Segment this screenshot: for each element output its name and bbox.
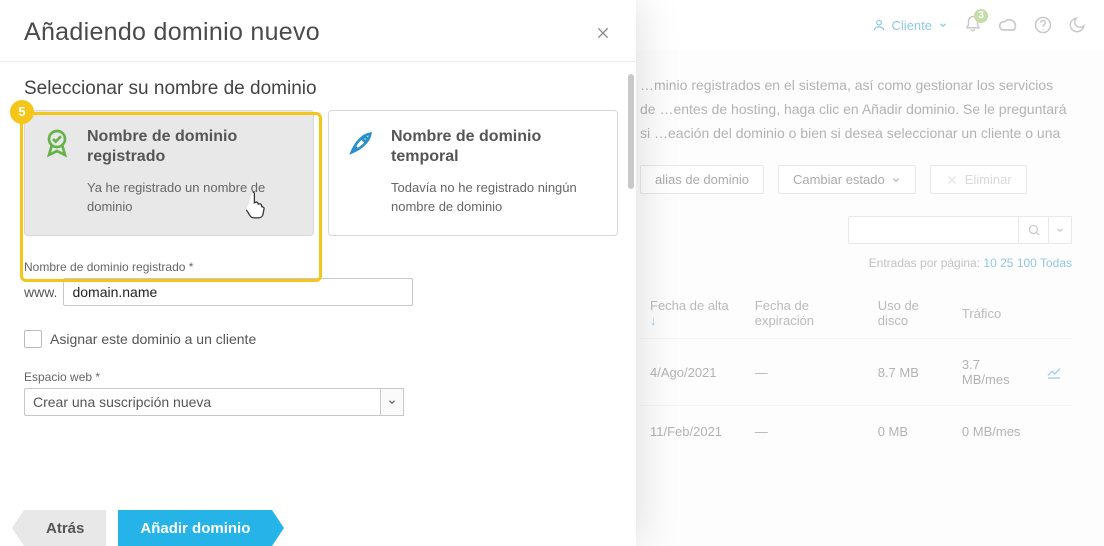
chevron-down-icon — [387, 397, 397, 407]
modal-body: Seleccionar su nombre de dominio Nombre … — [0, 62, 636, 416]
option-temporary-domain[interactable]: Nombre de dominio temporal Todavía no he… — [328, 110, 618, 236]
option-sub: Ya he registrado un nombre de dominio — [87, 179, 297, 217]
scrollbar-thumb[interactable] — [628, 74, 634, 189]
modal-title: Añadiendo dominio nuevo — [24, 18, 612, 47]
modal-header: Añadiendo dominio nuevo — [0, 0, 636, 62]
assign-client-checkbox[interactable] — [24, 330, 42, 348]
option-registered-domain[interactable]: Nombre de dominio registrado Ya he regis… — [24, 110, 314, 236]
add-domain-button[interactable]: Añadir dominio — [118, 510, 272, 546]
close-icon — [595, 25, 611, 41]
domain-name-input[interactable] — [63, 278, 413, 306]
modal-footer: Atrás Añadir dominio — [24, 510, 272, 546]
webspace-selected: Crear una suscripción nueva — [33, 394, 211, 410]
rosette-icon — [41, 127, 75, 217]
rocket-icon — [345, 127, 379, 217]
option-title: Nombre de dominio registrado — [87, 127, 297, 167]
domain-prefix: www. — [24, 284, 57, 300]
option-sub: Todavía no he registrado ningún nombre d… — [391, 179, 601, 217]
assign-client-label: Asignar este dominio a un cliente — [50, 331, 256, 347]
section-title: Seleccionar su nombre de dominio — [24, 72, 612, 110]
option-title: Nombre de dominio temporal — [391, 127, 601, 167]
back-button[interactable]: Atrás — [24, 510, 106, 546]
webspace-select[interactable]: Crear una suscripción nueva — [24, 388, 380, 416]
add-domain-modal: Añadiendo dominio nuevo Seleccionar su n… — [0, 0, 636, 546]
webspace-label: Espacio web * — [24, 370, 612, 384]
webspace-dropdown-button[interactable] — [380, 388, 404, 416]
domain-field-label: Nombre de dominio registrado * — [24, 260, 612, 274]
close-button[interactable] — [592, 22, 614, 44]
